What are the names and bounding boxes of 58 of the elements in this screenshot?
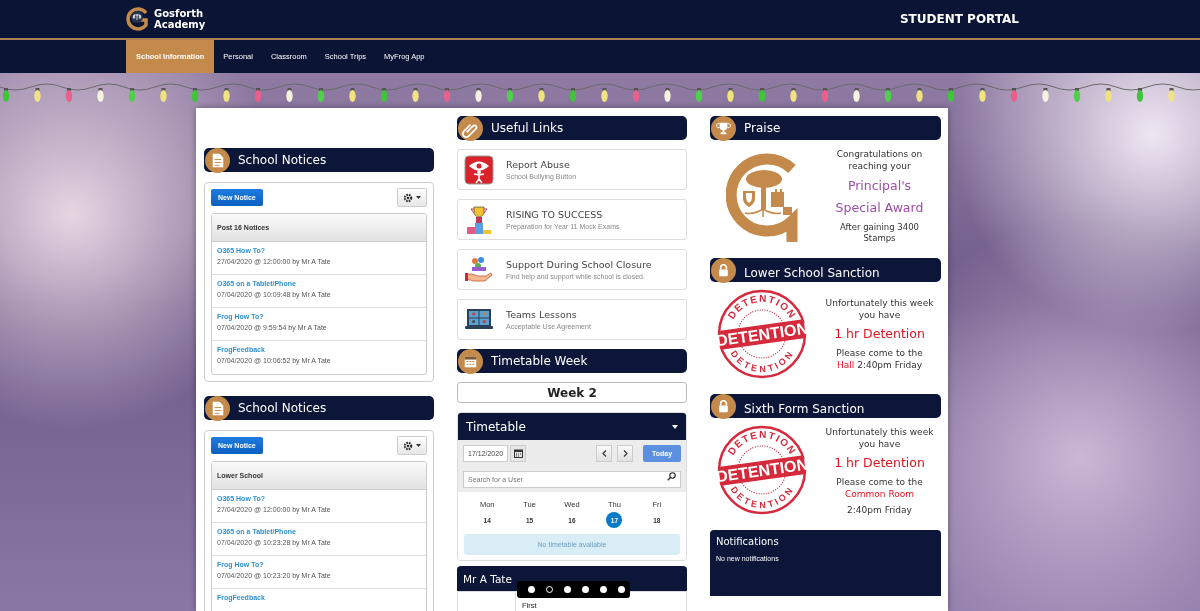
praise-message: Congratulations on reaching your xyxy=(835,148,924,172)
school-name: Gosforth Academy xyxy=(154,8,206,30)
caret-icon[interactable] xyxy=(672,424,678,429)
link-title: Support During School Closure xyxy=(506,259,652,270)
carousel-dot[interactable] xyxy=(618,586,625,593)
portal-title: STUDENT PORTAL xyxy=(899,12,1019,26)
sanction-time: 2:40pm Friday xyxy=(847,504,912,515)
panel-title: Lower School Sanction xyxy=(744,265,880,280)
chevron-left-icon xyxy=(601,450,607,457)
panel-title: Timetable xyxy=(466,419,526,434)
link-title: Teams Lessons xyxy=(506,309,578,320)
settings-button[interactable] xyxy=(397,188,427,207)
panel-title: School Notices xyxy=(238,401,327,415)
carousel-dot[interactable] xyxy=(528,586,535,593)
stamp-text: DETENTION xyxy=(716,455,808,486)
carousel-dot[interactable] xyxy=(564,586,571,593)
panel-title: School Notices xyxy=(238,153,327,167)
chevron-right-icon xyxy=(622,450,628,457)
detention-label: 1 hr Detention xyxy=(834,454,925,470)
link-title: RISING TO SUCCESS xyxy=(506,209,604,220)
carousel-dot[interactable] xyxy=(582,586,589,593)
lock-icon xyxy=(711,257,736,283)
settings-button[interactable] xyxy=(397,436,427,455)
sanction-intro: Unfortunately this week you have xyxy=(824,297,935,321)
panel-title: Useful Links xyxy=(491,121,564,135)
panel-title: Notifications xyxy=(716,536,780,547)
document-icon xyxy=(205,395,230,421)
calendar-icon xyxy=(513,449,523,458)
logo-icon xyxy=(126,6,150,32)
link-title: Report Abuse xyxy=(506,159,571,170)
paperclip-icon xyxy=(458,115,483,141)
gear-icon xyxy=(403,192,413,203)
search-icon[interactable] xyxy=(667,472,676,481)
gear-icon xyxy=(403,440,413,451)
praise-footer: After gaining 3400 Stamps xyxy=(827,222,932,244)
sanction-intro: Unfortunately this week you have xyxy=(824,425,935,450)
lock-icon xyxy=(711,393,736,419)
panel-title: Timetable Week xyxy=(491,354,588,368)
sanction-message: Please come to the Hall 2:40pm Friday xyxy=(835,347,924,371)
previous-button[interactable] xyxy=(596,445,612,462)
caret-icon xyxy=(416,196,421,199)
calendar-button[interactable] xyxy=(510,445,526,462)
next-button[interactable] xyxy=(617,445,633,462)
carousel-dot[interactable] xyxy=(600,586,607,593)
calendar-icon xyxy=(458,348,483,374)
stamp-text: DETENTION xyxy=(716,319,808,350)
report-abuse-icon xyxy=(464,154,494,185)
trophy-icon xyxy=(711,115,736,141)
detention-label: 1 hr Detention xyxy=(834,326,925,341)
week-label: Week 2 xyxy=(457,382,687,403)
panel-title: Praise xyxy=(744,121,781,135)
panel-title: Sixth Form Sanction xyxy=(744,401,865,416)
sanction-message: Please come to the Common Room xyxy=(835,475,924,500)
podium-trophy-icon xyxy=(464,204,494,235)
hand-people-icon xyxy=(464,254,494,285)
award-title: Principal's Special Award xyxy=(834,177,925,217)
caret-icon xyxy=(416,444,421,447)
document-icon xyxy=(205,147,230,173)
